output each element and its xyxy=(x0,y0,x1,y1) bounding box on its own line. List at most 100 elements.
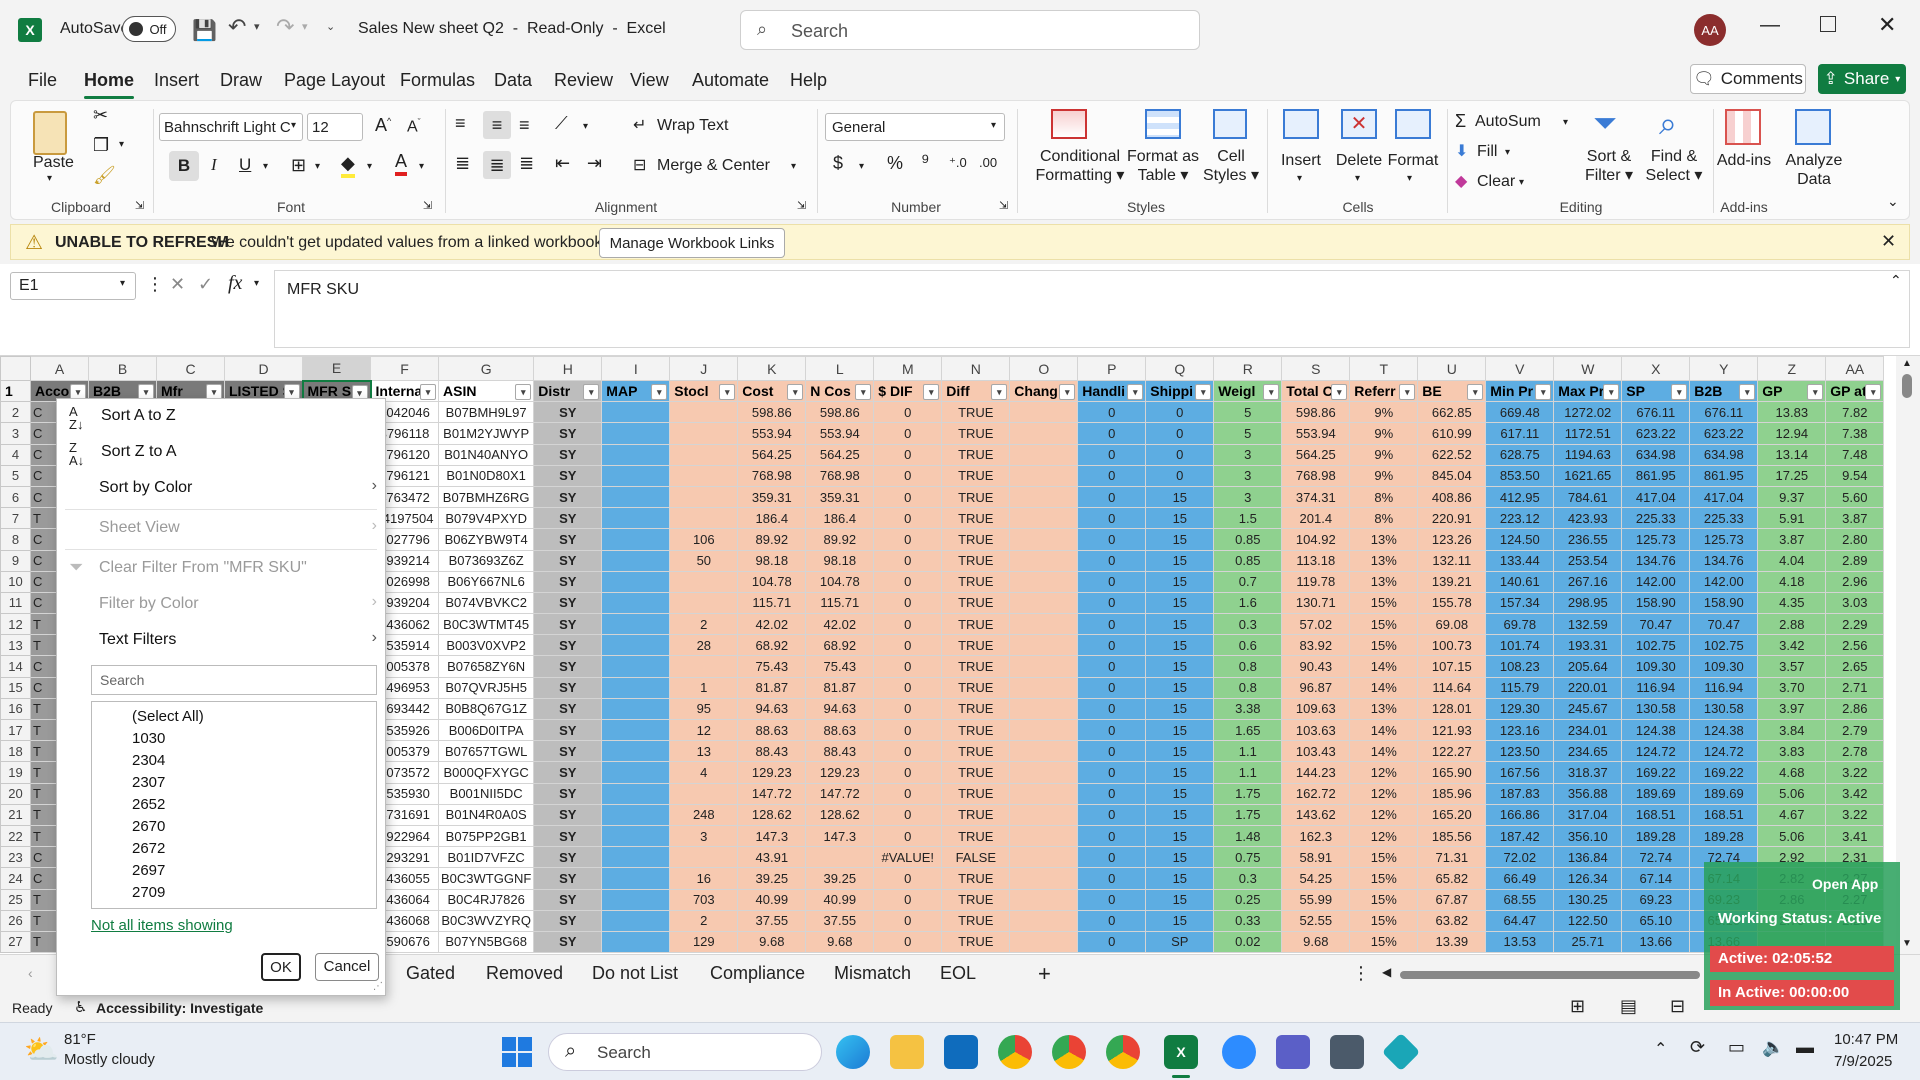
cell[interactable]: 0 xyxy=(1077,613,1147,636)
cell[interactable]: 0 xyxy=(1077,824,1147,848)
cell[interactable]: 2.89 xyxy=(1825,549,1885,572)
cell[interactable] xyxy=(601,507,671,530)
cell[interactable]: 223.12 xyxy=(1485,507,1555,530)
cell[interactable]: 121.93 xyxy=(1417,718,1487,742)
cell[interactable]: 1272.02 xyxy=(1553,401,1623,424)
row-header[interactable]: 18 xyxy=(0,740,31,763)
cell[interactable]: 617.11 xyxy=(1485,422,1555,445)
cell[interactable]: 2 xyxy=(669,613,739,636)
cell[interactable] xyxy=(601,867,671,890)
restore-icon[interactable] xyxy=(1820,16,1836,32)
cell[interactable]: 70.47 xyxy=(1689,613,1759,636)
cell[interactable]: 3 xyxy=(669,824,739,848)
cell[interactable]: 205.64 xyxy=(1553,655,1623,678)
column-header[interactable]: A xyxy=(30,356,89,381)
cell[interactable] xyxy=(601,740,671,763)
cell[interactable]: B06Y667NL6 xyxy=(437,570,535,593)
filter-dropdown-icon[interactable]: ▾ xyxy=(1535,384,1552,400)
cell[interactable]: 88.43 xyxy=(737,740,807,763)
cell[interactable]: 95 xyxy=(669,697,739,721)
cell[interactable] xyxy=(1009,591,1079,615)
more-icon[interactable]: ⋮ xyxy=(146,274,164,295)
cell[interactable]: 0.33 xyxy=(1213,909,1283,932)
cell[interactable]: 133.44 xyxy=(1485,549,1555,572)
bold-icon[interactable]: B xyxy=(169,151,199,181)
cell[interactable]: 0 xyxy=(1077,697,1147,721)
cell[interactable] xyxy=(1009,464,1079,487)
table-header-cell[interactable]: Shippi ▾ xyxy=(1145,379,1215,403)
cell[interactable]: 356.88 xyxy=(1553,782,1623,805)
cell[interactable]: 3.42 xyxy=(1825,782,1885,805)
cell[interactable]: 15 xyxy=(1145,528,1215,551)
cell[interactable]: 0 xyxy=(873,401,943,424)
tab-file[interactable]: File xyxy=(28,70,57,91)
cell[interactable]: 768.98 xyxy=(805,464,875,487)
list-item[interactable]: 2307 xyxy=(132,774,165,791)
chevron-down-icon[interactable]: ▾ xyxy=(1519,177,1524,188)
cell[interactable]: TRUE xyxy=(941,930,1011,954)
cell[interactable]: 3.87 xyxy=(1825,507,1885,530)
filter-dropdown-icon[interactable]: ▾ xyxy=(1807,384,1824,400)
cell[interactable]: 68.55 xyxy=(1485,888,1555,911)
cell[interactable]: TRUE xyxy=(941,909,1011,932)
filter-dropdown-icon[interactable]: ▾ xyxy=(1127,384,1144,400)
table-header-cell[interactable]: Total C ▾ xyxy=(1281,379,1351,403)
cell[interactable]: 123.16 xyxy=(1485,718,1555,742)
outlook-icon[interactable] xyxy=(944,1035,978,1069)
cell[interactable]: TRUE xyxy=(941,443,1011,466)
sort-filter-icon[interactable]: ⏷ xyxy=(1593,107,1617,141)
cell[interactable]: 2.96 xyxy=(1825,570,1885,593)
name-box[interactable]: E1 xyxy=(10,272,136,300)
cell[interactable]: 3.70 xyxy=(1757,676,1827,699)
cell[interactable]: 136.84 xyxy=(1553,846,1623,869)
row-header[interactable]: 8 xyxy=(0,528,31,551)
chevron-down-icon[interactable]: ▾ xyxy=(1355,173,1360,184)
cell[interactable]: 15% xyxy=(1349,591,1419,615)
cell[interactable]: 0 xyxy=(873,549,943,572)
table-header-cell[interactable]: $ DIF ▾ xyxy=(873,379,943,403)
open-app-link[interactable]: Open App xyxy=(1812,876,1878,892)
cell[interactable]: 67.87 xyxy=(1417,888,1487,911)
cell[interactable]: 15 xyxy=(1145,676,1215,699)
cell[interactable]: 125.73 xyxy=(1621,528,1691,551)
fill-icon[interactable]: ⬇ xyxy=(1455,141,1468,161)
cell[interactable]: 68.92 xyxy=(737,634,807,657)
cell[interactable] xyxy=(1009,401,1079,424)
cell[interactable]: 0 xyxy=(873,570,943,593)
cell[interactable]: 128.62 xyxy=(737,803,807,826)
cell[interactable]: 298.95 xyxy=(1553,591,1623,615)
cell[interactable]: B01N4R0A0S xyxy=(437,803,535,826)
cell[interactable]: B073693Z6Z xyxy=(437,549,535,572)
cell[interactable]: SY xyxy=(533,718,603,742)
cell[interactable]: TRUE xyxy=(941,570,1011,593)
cell[interactable]: 98.18 xyxy=(737,549,807,572)
cell[interactable] xyxy=(669,443,739,466)
chrome-profile-icon[interactable] xyxy=(1052,1035,1086,1069)
row-header[interactable]: 24 xyxy=(0,867,31,890)
cell[interactable]: 123.50 xyxy=(1485,740,1555,763)
cell[interactable]: SY xyxy=(533,909,603,932)
cell[interactable]: 42.02 xyxy=(805,613,875,636)
column-header[interactable]: J xyxy=(669,356,739,381)
cell[interactable]: 15 xyxy=(1145,803,1215,826)
increase-indent-icon[interactable]: ⇥ xyxy=(587,153,602,174)
file-explorer-icon[interactable] xyxy=(890,1035,924,1069)
cell[interactable]: 15% xyxy=(1349,613,1419,636)
cell[interactable]: 147.3 xyxy=(737,824,807,848)
cell[interactable]: 248 xyxy=(669,803,739,826)
cell[interactable]: 1194.63 xyxy=(1553,443,1623,466)
insert-function-icon[interactable]: fx xyxy=(228,272,242,295)
cell[interactable]: 0 xyxy=(1077,634,1147,657)
comma-icon[interactable]: ⁹ xyxy=(921,151,930,174)
cell[interactable]: 1 xyxy=(669,676,739,699)
cell[interactable]: 2 xyxy=(669,909,739,932)
table-header-cell[interactable]: Diff ▾ xyxy=(941,379,1011,403)
cell[interactable]: 0 xyxy=(873,718,943,742)
cell[interactable]: 13.14 xyxy=(1757,443,1827,466)
chevron-down-icon[interactable]: ▾ xyxy=(120,278,125,289)
row-header[interactable]: 5 xyxy=(0,464,31,487)
cell[interactable]: 0.25 xyxy=(1213,888,1283,911)
cell-styles-button[interactable]: Cell Styles ▾ xyxy=(1201,147,1261,185)
scroll-left-icon[interactable]: ◀ xyxy=(1382,965,1391,979)
zoom-icon[interactable] xyxy=(1222,1035,1256,1069)
